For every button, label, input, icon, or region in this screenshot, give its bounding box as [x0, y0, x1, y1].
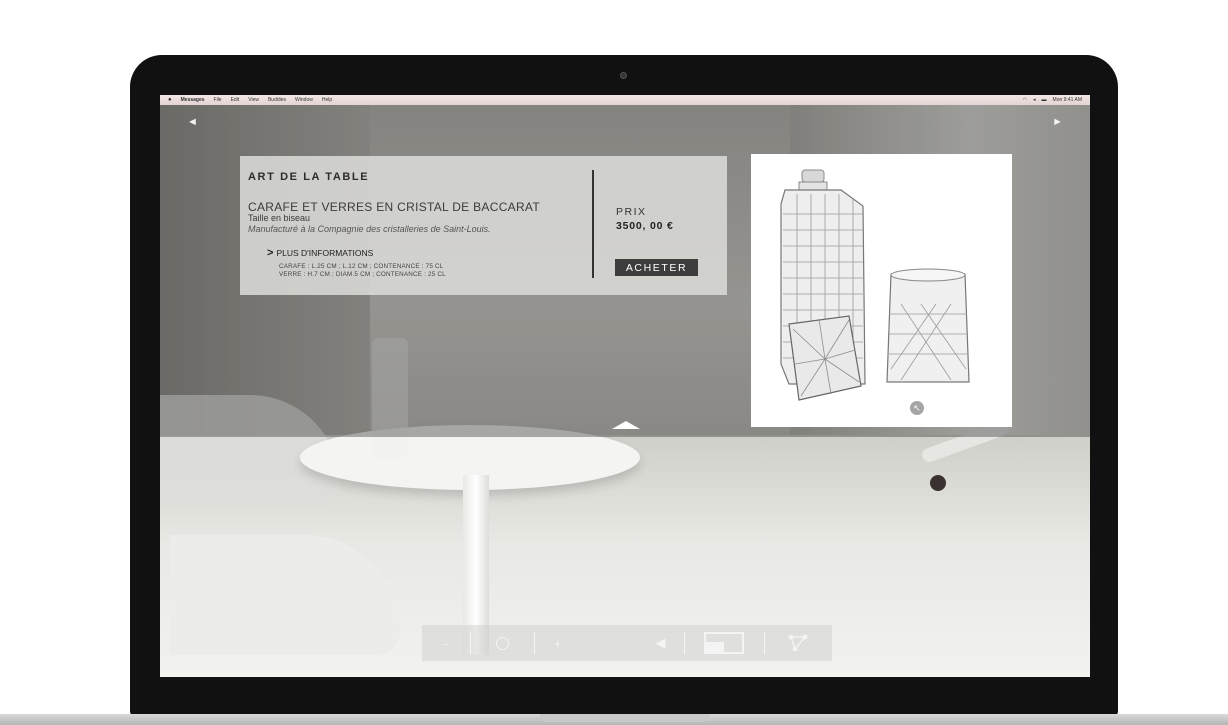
screen: ● Messages File Edit View Buddies Window…	[160, 95, 1090, 677]
menu-item-window[interactable]: Window	[295, 97, 313, 103]
laptop-base-notch	[540, 714, 710, 722]
fullscreen-icon	[704, 632, 745, 654]
product-image[interactable]: ↖	[751, 154, 1012, 427]
more-info-label: PLUS D'INFORMATIONS	[276, 248, 374, 258]
buy-button[interactable]: ACHETER	[615, 259, 698, 276]
reset-icon	[495, 636, 509, 650]
fullscreen-button[interactable]	[684, 632, 763, 654]
spec-glass: VERRE : H.7 CM ; DIAM.5 CM ; CONTENANCE …	[279, 271, 446, 278]
collapse-up-icon[interactable]	[612, 421, 640, 429]
product-cut: Taille en biseau	[248, 213, 311, 223]
zoom-in-button[interactable]: +	[535, 632, 581, 654]
product-overlay: ◄ ► ART DE LA TABLE CARAFE ET VERRES EN …	[160, 105, 1090, 437]
chevron-right-icon: >	[267, 247, 274, 259]
menu-clock[interactable]: Mon 9:41 AM	[1053, 97, 1082, 103]
menu-item-buddies[interactable]: Buddies	[268, 97, 286, 103]
price-label: PRIX	[616, 206, 647, 218]
menu-item-help[interactable]: Help	[322, 97, 332, 103]
apple-icon[interactable]: ●	[168, 97, 172, 103]
viewer-controls: - + ◀	[422, 625, 832, 661]
next-arrow-icon[interactable]: ►	[1052, 117, 1063, 128]
menu-item-edit[interactable]: Edit	[231, 97, 240, 103]
menu-item-view[interactable]: View	[248, 97, 259, 103]
background-chair-wheel	[930, 475, 946, 491]
info-divider	[592, 170, 594, 278]
share-icon	[788, 634, 808, 652]
expand-icon[interactable]: ↖	[910, 401, 924, 415]
speaker-icon[interactable]: ◀	[580, 632, 683, 654]
camera-dot	[620, 72, 627, 79]
menu-bar: ● Messages File Edit View Buddies Window…	[160, 95, 1090, 105]
battery-icon[interactable]: ▬	[1042, 97, 1047, 103]
product-title: CARAFE ET VERRES EN CRISTAL DE BACCARAT	[248, 200, 540, 214]
price-value: 3500, 00 €	[616, 220, 674, 232]
product-maker: Manufacturé à la Compagnie des cristalle…	[248, 224, 491, 234]
spec-carafe: CARAFE : L.25 CM ; L.12 CM ; CONTENANCE …	[279, 263, 444, 270]
menu-item-file[interactable]: File	[214, 97, 222, 103]
menu-app-name[interactable]: Messages	[181, 97, 205, 103]
zoom-out-button[interactable]: -	[422, 632, 470, 654]
product-category: ART DE LA TABLE	[248, 171, 370, 183]
wifi-icon[interactable]: ◠	[1023, 97, 1027, 103]
more-info-link[interactable]: > PLUS D'INFORMATIONS	[267, 247, 373, 259]
volume-icon[interactable]: ◂	[1033, 97, 1036, 103]
reset-view-button[interactable]	[471, 632, 534, 654]
product-info-card: ART DE LA TABLE CARAFE ET VERRES EN CRIS…	[240, 156, 727, 295]
crystal-carafe-image	[780, 169, 970, 401]
menu-status-area: ◠ ◂ ▬ Mon 9:41 AM	[1023, 97, 1082, 103]
share-button[interactable]	[765, 632, 832, 654]
prev-arrow-icon[interactable]: ◄	[187, 117, 198, 128]
